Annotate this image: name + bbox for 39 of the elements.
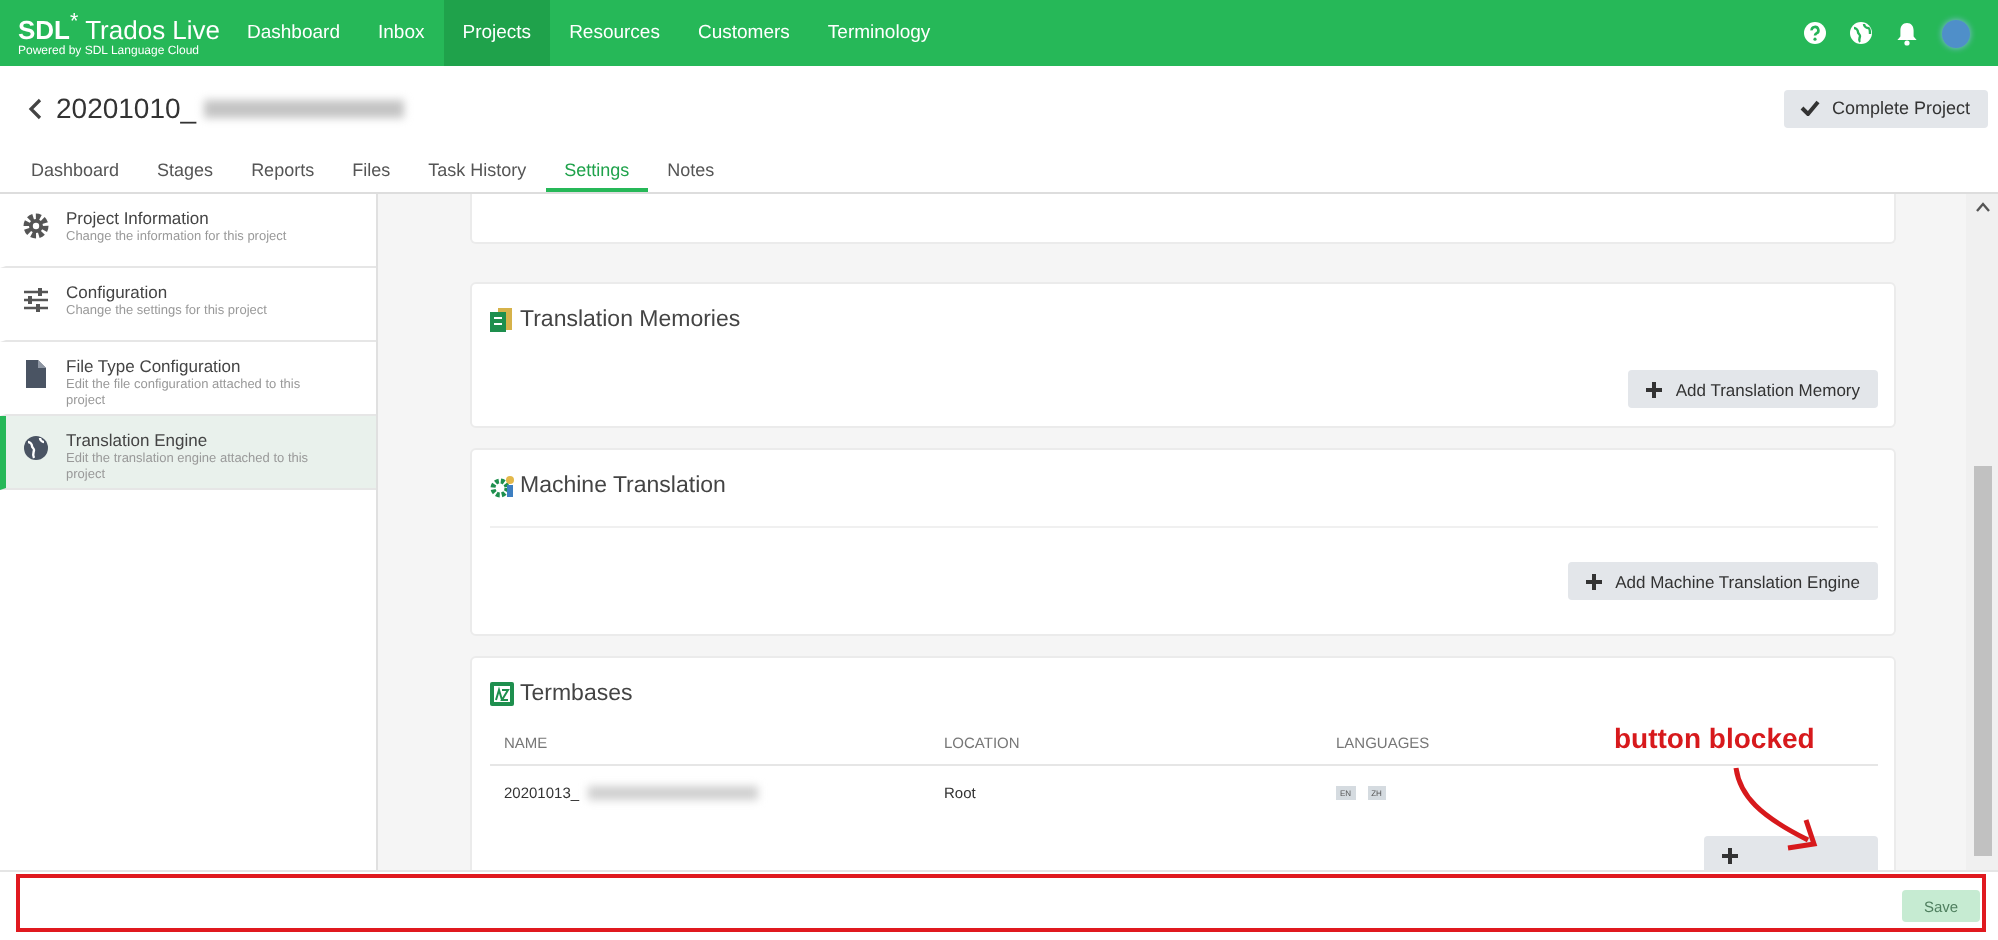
tab[interactable]: Notes [648,150,734,192]
item-title: File Type Configuration [66,356,243,376]
item-title: Project Information [66,208,211,228]
add-button[interactable]: Add Translation Memory [1627,370,1878,408]
database-icon [490,307,514,331]
annotation-text: button blocked [1614,722,1815,754]
globe-icon [22,434,50,462]
back-icon [28,97,42,119]
scrollbar[interactable] [1966,194,1998,870]
plus-icon [1645,381,1662,397]
avatar[interactable] [1942,19,1970,47]
add-button[interactable] [1704,836,1878,870]
help-icon [1804,22,1826,44]
tab[interactable]: Task History [409,150,546,192]
check-icon [1799,100,1820,116]
plus-icon [1585,573,1602,589]
tab[interactable]: Stages [138,150,233,192]
termbase-icon [490,681,514,705]
add-button[interactable]: Add Machine Translation Engine [1567,562,1878,600]
tab[interactable]: Files [333,150,410,192]
gear-person-icon [490,473,514,497]
project-title: 20201010_ [56,92,197,124]
globe-icon [1850,22,1872,44]
plus-icon [1722,847,1738,863]
item-title: Configuration [66,282,170,302]
logo: SDL$^{*}$ Trados Live [18,8,223,45]
complete-project-button[interactable]: Complete Project [1783,89,1988,127]
section-title: Termbases [520,681,633,705]
document-icon [22,360,50,388]
gear-icon [22,212,50,240]
item-title: Translation Engine [66,430,210,450]
scroll-up-icon [1975,202,1989,212]
sliders-icon [22,286,50,314]
section-title: Translation Memories [520,307,741,331]
section-title: Machine Translation [520,473,726,497]
tab[interactable]: Reports [232,150,334,192]
tab[interactable]: Dashboard [12,150,139,192]
scroll-thumb[interactable] [1973,466,1991,856]
bell-icon [1896,21,1918,45]
